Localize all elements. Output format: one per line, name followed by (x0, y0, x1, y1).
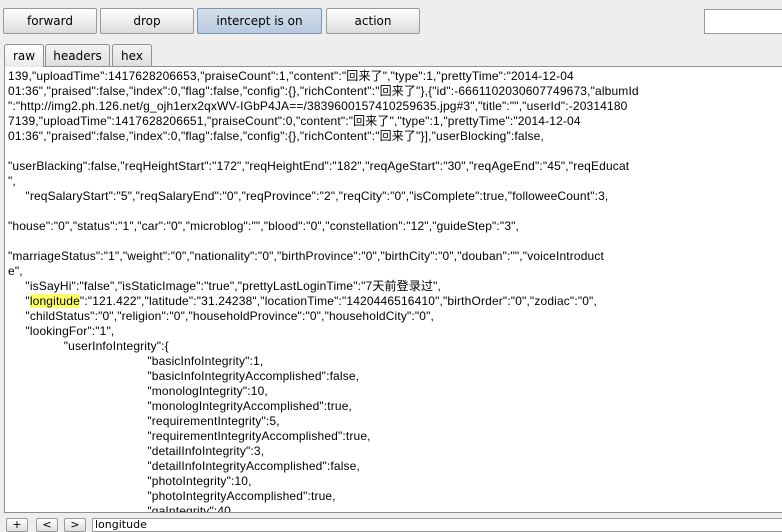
body-line: 7139,"uploadTime":1417628206651,"praiseC… (8, 114, 581, 128)
body-line: 01:36","praised":false,"index":0,"flag":… (8, 129, 544, 143)
body-line: "detailInfoIntegrity":3, (8, 444, 265, 458)
tab-hex[interactable]: hex (112, 44, 152, 66)
body-line: "reqSalaryStart":"5","reqSalaryEnd":"0",… (8, 189, 609, 203)
filter-input[interactable] (704, 9, 782, 34)
body-line: 139,"uploadTime":1417628206653,"praiseCo… (8, 69, 574, 83)
body-line: "photoIntegrity":10, (8, 474, 252, 488)
tab-raw[interactable]: raw (4, 44, 44, 67)
body-line: "lookingFor":"1", (8, 324, 115, 338)
proxy-toolbar: forward drop intercept is on action (0, 0, 782, 42)
body-line (8, 234, 782, 249)
body-line: "userInfoIntegrity":{ (8, 339, 169, 353)
drop-button[interactable]: drop (100, 8, 194, 34)
body-line: "requirementIntegrityAccomplished":true, (8, 429, 371, 443)
tab-headers[interactable]: headers (45, 44, 110, 66)
body-line: "house":"0","status":"1","car":"0","micr… (8, 219, 520, 233)
forward-button[interactable]: forward (3, 8, 97, 34)
search-input[interactable]: longitude (92, 518, 782, 532)
message-tabs: raw headers hex (0, 44, 782, 67)
search-options-button[interactable]: + (6, 518, 28, 532)
body-line: "userBlacking":false,"reqHeightStart":"1… (8, 159, 630, 173)
search-bar: + < > longitude (0, 516, 782, 532)
body-line (8, 144, 782, 159)
body-line: "childStatus":"0","religion":"0","househ… (8, 309, 435, 323)
body-line: "longitude":"121.422","latitude":"31.242… (8, 294, 782, 309)
body-line: e", (8, 264, 23, 278)
body-line: "basicInfoIntegrityAccomplished":false, (8, 369, 360, 383)
body-line: 01:36","praised":false,"index":0,"flag":… (8, 84, 639, 98)
message-body: 139,"uploadTime":1417628206653,"praiseCo… (8, 69, 782, 512)
body-line: ", (8, 174, 16, 188)
intercept-toggle-button[interactable]: intercept is on (197, 8, 322, 34)
action-button[interactable]: action (326, 8, 420, 34)
body-line: "monologIntegrityAccomplished":true, (8, 399, 353, 413)
search-next-button[interactable]: > (64, 518, 86, 532)
search-highlight: longitude (29, 294, 80, 308)
body-line: "isSayHi":"false","isStaticImage":"true"… (8, 279, 442, 293)
body-line: "photoIntegrityAccomplished":true, (8, 489, 336, 503)
body-line: "marriageStatus":"1","weight":"0","natio… (8, 249, 605, 263)
body-line: "detailInfoIntegrityAccomplished":false, (8, 459, 360, 473)
body-line (8, 204, 782, 219)
search-prev-button[interactable]: < (36, 518, 58, 532)
raw-message-editor[interactable]: 139,"uploadTime":1417628206653,"praiseCo… (4, 66, 782, 513)
body-line: "monologIntegrity":10, (8, 384, 268, 398)
body-line: "requirementIntegrity":5, (8, 414, 280, 428)
body-line-text: ":"121.422","latitude":"31.24238","locat… (79, 294, 597, 308)
body-line: "qaIntegrity":40, (8, 504, 235, 513)
body-line-text: " (8, 294, 30, 308)
body-line: "basicInfoIntegrity":1, (8, 354, 264, 368)
body-line: ":"http://img2.ph.126.net/g_ojh1erx2qxWV… (8, 99, 628, 113)
